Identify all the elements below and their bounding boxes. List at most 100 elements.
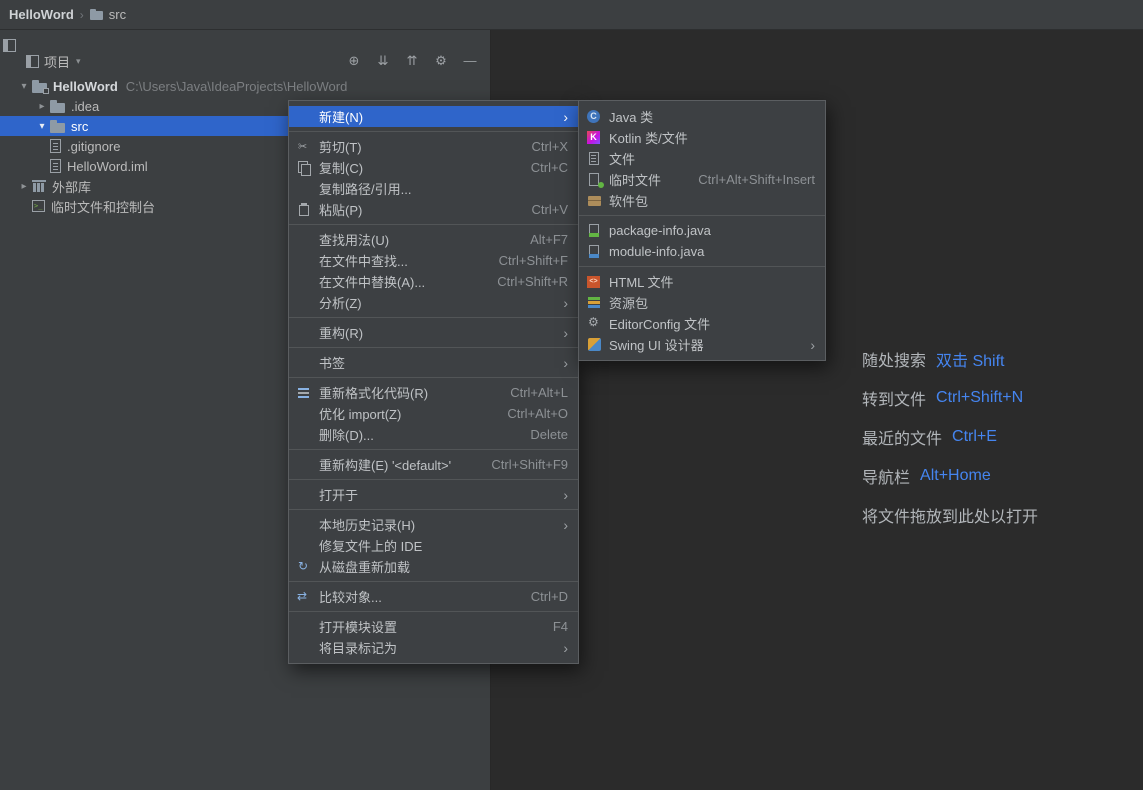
hint-shortcut: Ctrl+Shift+N xyxy=(936,388,1024,406)
menu-item-compare-with[interactable]: 比较对象... Ctrl+D xyxy=(289,586,578,607)
submenu-arrow-icon: › xyxy=(563,324,568,341)
folder-icon xyxy=(89,9,103,20)
project-tool-stripe-icon[interactable] xyxy=(3,39,16,52)
menu-item-repair-ide[interactable]: 修复文件上的 IDE xyxy=(289,535,578,556)
submenu-item-html-file[interactable]: HTML 文件 xyxy=(579,271,825,292)
menu-separator xyxy=(289,611,578,612)
module-info-icon xyxy=(585,244,605,260)
cut-icon xyxy=(295,139,315,155)
hint-label: 导航栏 xyxy=(862,469,911,487)
gitignore-file-icon xyxy=(50,139,61,153)
menu-item-optimize-imports[interactable]: 优化 import(Z) Ctrl+Alt+O xyxy=(289,403,578,424)
menu-item-copy-path[interactable]: 复制路径/引用... xyxy=(289,178,578,199)
menu-separator xyxy=(289,479,578,480)
menu-item-local-history[interactable]: 本地历史记录(H) › xyxy=(289,514,578,535)
submenu-arrow-icon: › xyxy=(563,516,568,533)
menu-item-delete[interactable]: 删除(D)... Delete xyxy=(289,424,578,445)
folder-icon xyxy=(50,119,65,133)
menu-separator xyxy=(289,131,578,132)
submenu-item-kotlin-class[interactable]: Kotlin 类/文件 xyxy=(579,127,825,148)
submenu-item-file[interactable]: 文件 xyxy=(579,148,825,169)
hint-label: 随处搜索 xyxy=(862,352,927,370)
project-view-icon xyxy=(26,54,39,68)
breadcrumb-separator: › xyxy=(79,7,84,22)
menu-item-refactor[interactable]: 重构(R) › xyxy=(289,322,578,343)
context-menu: 新建(N) › 剪切(T) Ctrl+X 复制(C) Ctrl+C 复制路径/引… xyxy=(288,100,579,664)
scratches-console-icon xyxy=(32,200,45,212)
hint-label: 将文件拖放到此处以打开 xyxy=(862,508,1039,526)
compare-icon xyxy=(295,589,315,605)
html-file-icon xyxy=(585,274,605,290)
submenu-item-editorconfig[interactable]: EditorConfig 文件 xyxy=(579,313,825,334)
hint-goto-file: 转到文件 Ctrl+Shift+N xyxy=(862,378,1038,417)
chevron-down-icon[interactable]: ▾ xyxy=(16,81,32,92)
menu-separator xyxy=(289,449,578,450)
submenu-item-swing-ui-designer[interactable]: Swing UI 设计器 › xyxy=(579,334,825,355)
menu-item-cut[interactable]: 剪切(T) Ctrl+X xyxy=(289,136,578,157)
menu-separator xyxy=(579,266,825,267)
chevron-down-icon[interactable]: ▾ xyxy=(76,56,81,67)
swing-designer-icon xyxy=(585,337,605,353)
menu-item-analyze[interactable]: 分析(Z) › xyxy=(289,292,578,313)
menu-separator xyxy=(289,581,578,582)
hide-icon[interactable]: — xyxy=(458,51,482,71)
resource-bundle-icon xyxy=(585,295,605,311)
project-panel-title[interactable]: 项目 xyxy=(44,52,70,71)
menu-item-open-in[interactable]: 打开于 › xyxy=(289,484,578,505)
editorconfig-icon xyxy=(585,315,605,332)
submenu-arrow-icon: › xyxy=(563,486,568,503)
breadcrumb-project[interactable]: HelloWord xyxy=(9,7,74,22)
project-panel-header: 项目 ▾ ⊕ ⇊ ⇈ ⚙ — xyxy=(0,46,490,76)
hint-drop-files: 将文件拖放到此处以打开 xyxy=(862,495,1038,534)
menu-separator xyxy=(579,215,825,216)
menu-item-reformat-code[interactable]: 重新格式化代码(R) Ctrl+Alt+L xyxy=(289,382,578,403)
menu-item-find-in-files[interactable]: 在文件中查找... Ctrl+Shift+F xyxy=(289,250,578,271)
submenu-arrow-icon: › xyxy=(563,108,568,125)
hint-navigation-bar: 导航栏 Alt+Home xyxy=(862,456,1038,495)
new-submenu: Java 类 Kotlin 类/文件 文件 临时文件 Ctrl+Alt+Shif… xyxy=(578,100,826,361)
file-icon xyxy=(585,151,605,167)
submenu-arrow-icon: › xyxy=(810,336,815,353)
package-info-icon xyxy=(585,223,605,239)
project-path: C:\Users\Java\IdeaProjects\HelloWord xyxy=(125,78,348,94)
menu-separator xyxy=(289,224,578,225)
submenu-arrow-icon: › xyxy=(563,294,568,311)
scratch-file-icon xyxy=(585,172,605,188)
chevron-down-icon[interactable]: ▾ xyxy=(34,121,50,132)
menu-item-open-module-settings[interactable]: 打开模块设置 F4 xyxy=(289,616,578,637)
menu-item-find-usages[interactable]: 查找用法(U) Alt+F7 xyxy=(289,229,578,250)
menu-item-reload-from-disk[interactable]: 从磁盘重新加载 xyxy=(289,556,578,577)
reload-from-disk-icon xyxy=(295,559,315,575)
submenu-item-module-info[interactable]: module-info.java xyxy=(579,241,825,262)
locate-icon[interactable]: ⊕ xyxy=(342,51,366,71)
hint-label: 最近的文件 xyxy=(862,430,943,448)
chevron-right-icon[interactable]: ▸ xyxy=(16,181,32,192)
menu-item-rebuild[interactable]: 重新构建(E) '<default>' Ctrl+Shift+F9 xyxy=(289,454,578,475)
menu-item-mark-directory-as[interactable]: 将目录标记为 › xyxy=(289,637,578,658)
package-icon xyxy=(585,193,605,209)
menu-item-replace-in-files[interactable]: 在文件中替换(A)... Ctrl+Shift+R xyxy=(289,271,578,292)
menu-item-copy[interactable]: 复制(C) Ctrl+C xyxy=(289,157,578,178)
hint-shortcut: Ctrl+E xyxy=(952,427,997,445)
project-folder-icon xyxy=(32,79,49,94)
menu-item-bookmarks[interactable]: 书签 › xyxy=(289,352,578,373)
menu-item-paste[interactable]: 粘贴(P) Ctrl+V xyxy=(289,199,578,220)
submenu-item-resource-bundle[interactable]: 资源包 xyxy=(579,292,825,313)
menu-separator xyxy=(289,377,578,378)
submenu-item-java-class[interactable]: Java 类 xyxy=(579,106,825,127)
submenu-item-package-info[interactable]: package-info.java xyxy=(579,220,825,241)
settings-gear-icon[interactable]: ⚙ xyxy=(429,51,453,71)
menu-item-new[interactable]: 新建(N) › xyxy=(289,106,578,127)
submenu-arrow-icon: › xyxy=(563,639,568,656)
submenu-item-package[interactable]: 软件包 xyxy=(579,190,825,211)
expand-all-icon[interactable]: ⇊ xyxy=(371,51,395,71)
submenu-item-scratch-file[interactable]: 临时文件 Ctrl+Alt+Shift+Insert xyxy=(579,169,825,190)
paste-icon xyxy=(295,202,315,218)
editor-shortcut-hints: 随处搜索 双击 Shift 转到文件 Ctrl+Shift+N 最近的文件 Ct… xyxy=(862,339,1038,534)
collapse-all-icon[interactable]: ⇈ xyxy=(400,51,424,71)
tree-item-helloword[interactable]: ▾ HelloWord C:\Users\Java\IdeaProjects\H… xyxy=(0,76,490,96)
breadcrumb-item-src[interactable]: src xyxy=(109,7,126,22)
reformat-code-icon xyxy=(295,385,315,401)
menu-separator xyxy=(289,317,578,318)
chevron-right-icon[interactable]: ▸ xyxy=(34,101,50,112)
